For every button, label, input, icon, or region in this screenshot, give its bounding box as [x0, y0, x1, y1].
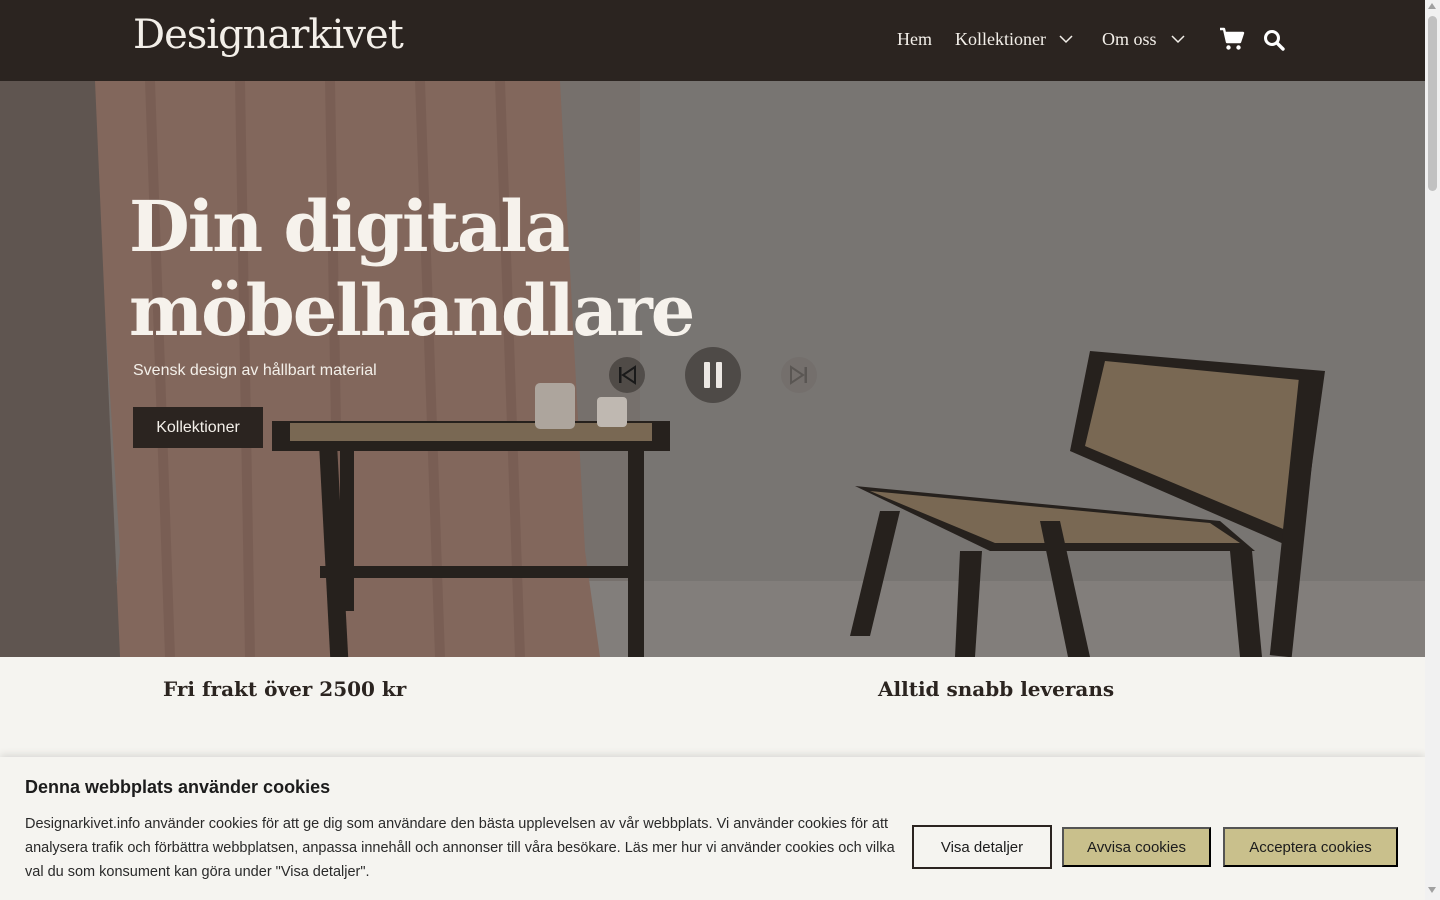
next-icon	[790, 365, 807, 385]
hero-slider: Din digitala möbelhandlare Svensk design…	[0, 81, 1425, 657]
nav-collections[interactable]: Kollektioner	[955, 29, 1046, 50]
cookie-reject-button[interactable]: Avvisa cookies	[1062, 827, 1211, 867]
scroll-up-icon[interactable]	[1428, 3, 1436, 9]
cookie-text: Designarkivet.info använder cookies för …	[25, 816, 895, 880]
cookie-details-button[interactable]: Visa detaljer	[912, 825, 1052, 869]
page: Designarkivet Hem Kollektioner Om oss Di…	[0, 0, 1425, 900]
slider-previous-button[interactable]	[609, 357, 645, 393]
chevron-down-icon[interactable]	[1170, 33, 1186, 45]
page-scrollbar[interactable]	[1425, 0, 1440, 900]
cookie-title: Denna webbplats använder cookies	[25, 777, 331, 797]
feature-free-shipping: Fri frakt över 2500 kr	[163, 677, 407, 701]
pause-icon	[704, 362, 722, 388]
scrollbar-thumb[interactable]	[1428, 16, 1437, 191]
chevron-down-icon[interactable]	[1058, 33, 1074, 45]
hero-collections-button[interactable]: Kollektioner	[133, 407, 263, 448]
hero-subtitle: Svensk design av hållbart material	[133, 362, 377, 379]
nav-about[interactable]: Om oss	[1102, 29, 1157, 50]
search-icon[interactable]	[1263, 29, 1285, 51]
cookie-accept-button[interactable]: Acceptera cookies	[1223, 827, 1398, 867]
slider-next-button[interactable]	[781, 357, 817, 393]
hero-title-line-2: möbelhandlare	[129, 269, 695, 352]
feature-fast-delivery: Alltid snabb leverans	[878, 677, 1115, 701]
scroll-down-icon[interactable]	[1428, 887, 1436, 893]
nav-home[interactable]: Hem	[897, 29, 932, 50]
hero-title-line-1: Din digitala	[129, 185, 570, 268]
cookie-banner: Denna webbplats använder cookies Designa…	[0, 757, 1425, 900]
site-logo[interactable]: Designarkivet	[133, 12, 404, 58]
cart-icon[interactable]	[1219, 27, 1245, 51]
hero-title: Din digitala möbelhandlare	[129, 185, 729, 353]
site-header: Designarkivet Hem Kollektioner Om oss	[0, 0, 1425, 81]
slider-pause-button[interactable]	[685, 347, 741, 403]
previous-icon	[619, 365, 636, 385]
